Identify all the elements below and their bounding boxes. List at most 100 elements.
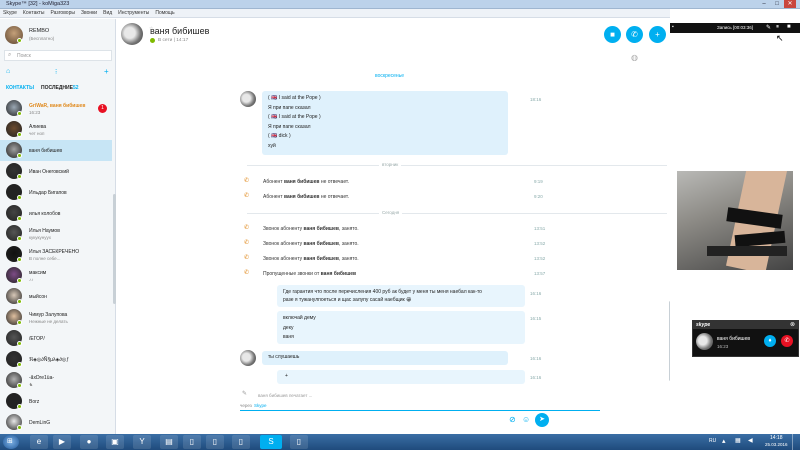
home-icon[interactable]: ⌂ xyxy=(6,68,10,75)
minimize-button[interactable]: – xyxy=(758,0,770,8)
mini-call-time: 16:23 xyxy=(717,344,729,349)
profile-avatar[interactable] xyxy=(5,26,23,44)
recorder-pause-icon[interactable]: ⏸ xyxy=(776,24,779,31)
status-icon xyxy=(17,215,22,221)
call-text: не отвечает. xyxy=(319,194,350,200)
mic-button[interactable]: ♦ xyxy=(764,335,776,347)
recorder-pen-icon[interactable]: ✎ xyxy=(766,24,771,31)
contact-name: Ильдар Бигапов xyxy=(29,189,67,196)
call-contact: ваня бибишев xyxy=(283,179,320,185)
close-button[interactable]: ✕ xyxy=(784,0,796,8)
star-icon[interactable]: ☆ xyxy=(149,26,153,32)
taskbar-skype-icon[interactable]: S xyxy=(260,435,282,449)
taskbar-media-icon[interactable]: ▶ xyxy=(53,435,71,449)
add-contact-icon[interactable]: + xyxy=(104,67,109,76)
taskbar-doc-icon[interactable]: ▯ xyxy=(206,435,224,449)
taskbar-explorer-icon[interactable]: ▤ xyxy=(160,435,178,449)
contact-item[interactable]: GriWaR, ваня бибишев 16:23 1 xyxy=(0,98,112,119)
send-button[interactable]: ➤ xyxy=(535,413,549,427)
taskbar-doc-icon[interactable]: ▯ xyxy=(183,435,201,449)
contact-item[interactable]: илья колобов xyxy=(0,203,112,224)
globe-icon[interactable]: ◍ xyxy=(631,53,638,62)
unread-badge: 1 xyxy=(98,104,107,113)
contact-item[interactable]: Чимур Залупова Нежные не делать xyxy=(0,307,112,328)
call-text: , занято. xyxy=(338,256,359,262)
tab-recent[interactable]: ПОСЛЕДНИЕ xyxy=(41,85,73,91)
menu-help[interactable]: Помощь xyxy=(152,9,177,17)
add-people-button[interactable]: + xyxy=(649,26,666,43)
contact-item[interactable]: Иван Онеговский xyxy=(0,161,112,182)
menu-conversations[interactable]: Разговоры xyxy=(48,9,78,17)
message-line: ( 🇬🇧 I said at the Pope ) xyxy=(268,114,321,121)
start-button[interactable]: ⊞ xyxy=(3,435,19,449)
via-app-link[interactable]: Skype xyxy=(254,403,267,408)
dialpad-icon[interactable]: ⁝ xyxy=(55,68,57,76)
contact-item[interactable]: Илья ЗАСЕКРЕЧЕНО В полне себе... xyxy=(0,244,112,265)
pen-icon: ✎ xyxy=(242,391,248,397)
call-contact: ваня бибишев xyxy=(283,194,320,200)
contact-item[interactable]: максим ♪♪ xyxy=(0,265,112,286)
mouse-cursor-icon: ↖ xyxy=(776,33,784,43)
clock-time[interactable]: 14:18 xyxy=(770,435,783,441)
video-frame-image xyxy=(677,171,793,270)
tray-icon[interactable]: ▴ xyxy=(722,437,726,445)
status-icon xyxy=(17,236,22,242)
contact-item[interactable]: -ãxDre1üa- ♞ xyxy=(0,370,112,391)
emoticon-icon[interactable]: ☺ xyxy=(522,415,530,424)
send-icon: ➤ xyxy=(539,416,545,423)
call-text: , занято. xyxy=(338,226,359,232)
menu-bar: Skype Контакты Разговоры Звонки Вид Инструмен… xyxy=(0,9,670,18)
sidebar-scrollbar[interactable] xyxy=(113,194,116,304)
recorder-grip-icon[interactable]: ▪ xyxy=(672,24,674,30)
end-call-button[interactable]: ✆ xyxy=(781,335,793,347)
taskbar-ie-icon[interactable]: e xyxy=(30,435,48,449)
recorder-stop-icon[interactable]: ■ xyxy=(787,24,791,30)
contact-item[interactable]: мыйсон xyxy=(0,286,112,307)
profile-name[interactable]: REMBO xyxy=(29,28,49,34)
attach-icon[interactable]: ⊘ xyxy=(509,415,516,424)
search-box[interactable]: ⌕ Поиск xyxy=(4,50,112,61)
search-placeholder: Поиск xyxy=(17,53,31,59)
language-indicator[interactable]: RU xyxy=(709,438,716,444)
contact-item[interactable]: Borz xyxy=(0,391,112,412)
show-desktop-button[interactable] xyxy=(792,434,800,450)
taskbar: ⊞ e ▶ ● ▣ Y ▤ ▯ ▯ ▯ S ▯ RU ▴ ▦ ◀ 14:18 2… xyxy=(0,434,800,450)
mini-call-close-icon[interactable]: ⊗ xyxy=(790,321,795,328)
mini-call-avatar xyxy=(696,333,713,350)
clock-date[interactable]: 25.03.2016 xyxy=(765,442,788,447)
contact-item[interactable]: Алиева чет ноп xyxy=(0,119,112,140)
taskbar-window-icon[interactable]: ▣ xyxy=(106,435,124,449)
day-label: вторник xyxy=(379,162,402,167)
taskbar-opera-icon[interactable]: ● xyxy=(80,435,98,449)
contact-item[interactable]: DemLinG xyxy=(0,412,112,433)
video-call-button[interactable]: ■ xyxy=(604,26,621,43)
tab-contacts[interactable]: КОНТАКТЫ xyxy=(6,85,34,91)
taskbar-doc-icon[interactable]: ▯ xyxy=(290,435,308,449)
taskbar-yandex-icon[interactable]: Y xyxy=(133,435,151,449)
network-icon[interactable]: ▦ xyxy=(735,437,741,444)
menu-contacts[interactable]: Контакты xyxy=(20,9,48,17)
taskbar-doc-icon[interactable]: ▯ xyxy=(232,435,250,449)
maximize-button[interactable]: □ xyxy=(771,0,783,8)
message-time: 16:16 xyxy=(530,291,542,296)
menu-tools[interactable]: Инструменты xyxy=(115,9,152,17)
status-icon xyxy=(17,320,22,325)
menu-view[interactable]: Вид xyxy=(100,9,115,17)
mini-call-window[interactable]: skype ⊗ ваня бибишев 16:23 ♦ ✆ xyxy=(692,320,799,357)
contact-name: Чимур Залупова xyxy=(29,312,68,318)
chat-avatar[interactable] xyxy=(121,23,143,45)
volume-icon[interactable]: ◀ xyxy=(748,437,753,444)
contact-item[interactable]: Ильдар Бигапов xyxy=(0,182,112,203)
contact-item[interactable]: /ЕГОР/ xyxy=(0,328,112,349)
contact-item[interactable]: Илья Наумов кукукунуух xyxy=(0,223,112,244)
status-icon xyxy=(17,278,22,284)
contact-item[interactable]: ваня бибишев xyxy=(0,139,112,161)
contact-item[interactable]: ℜ◈◎∂Ñ§µλ◈∂◎ƒ xyxy=(0,349,112,370)
call-button[interactable]: ✆ xyxy=(626,26,643,43)
menu-skype[interactable]: Skype xyxy=(0,9,20,17)
menu-calls[interactable]: Звонки xyxy=(78,9,100,17)
call-contact: ваня бибишев xyxy=(320,271,357,277)
status-icon xyxy=(17,299,22,305)
mini-call-name: ваня бибишев xyxy=(717,336,751,342)
status-icon xyxy=(17,152,22,158)
